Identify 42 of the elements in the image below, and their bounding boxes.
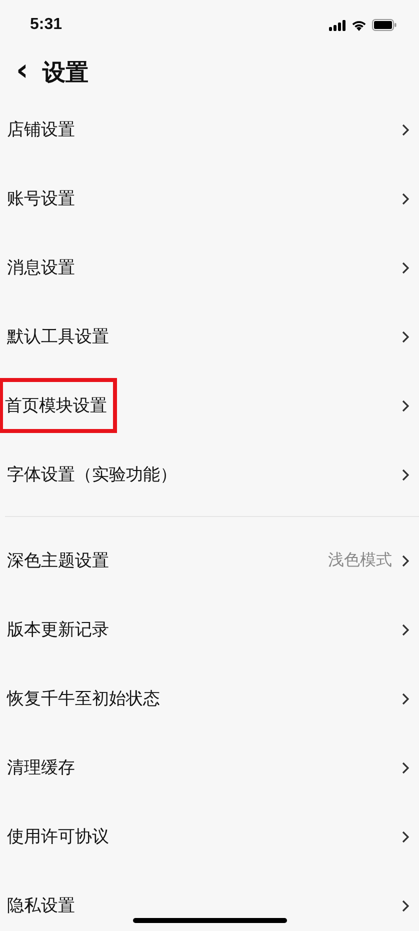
settings-row[interactable]: 恢复千牛至初始状态	[0, 664, 419, 733]
chevron-right-icon	[402, 262, 409, 274]
row-label: 清理缓存	[6, 757, 76, 780]
row-value: 浅色模式	[328, 550, 392, 571]
settings-row[interactable]: 隐私设置	[0, 871, 419, 931]
signal-icon	[329, 20, 346, 30]
chevron-right-icon	[402, 554, 409, 566]
settings-row[interactable]: 深色主题设置 浅色模式	[0, 526, 419, 595]
chevron-right-icon	[402, 692, 409, 704]
chevron-right-icon	[402, 192, 409, 204]
chevron-right-icon	[402, 468, 409, 480]
settings-row[interactable]: 店铺设置	[0, 95, 419, 164]
chevron-right-icon	[402, 124, 409, 136]
row-label: 账号设置	[6, 188, 76, 211]
chevron-right-icon	[402, 830, 409, 842]
settings-row[interactable]: 首页模块设置	[0, 371, 419, 440]
wifi-icon	[351, 19, 367, 31]
chevron-right-icon	[402, 400, 409, 412]
settings-row[interactable]: 账号设置	[0, 164, 419, 233]
row-label: 字体设置（实验功能）	[6, 464, 178, 487]
settings-row[interactable]: 消息设置	[0, 233, 419, 302]
settings-row[interactable]: 字体设置（实验功能）	[0, 440, 419, 509]
settings-row[interactable]: 版本更新记录	[0, 595, 419, 664]
settings-row[interactable]: 默认工具设置	[0, 302, 419, 371]
chevron-right-icon	[402, 624, 409, 636]
chevron-right-icon	[402, 900, 409, 912]
row-label: 店铺设置	[6, 119, 76, 142]
row-label: 版本更新记录	[6, 619, 110, 642]
back-button[interactable]: ‹	[12, 56, 32, 90]
row-label: 默认工具设置	[6, 326, 110, 349]
battery-icon	[372, 19, 397, 31]
status-time: 5:31	[30, 16, 62, 34]
row-label: 恢复千牛至初始状态	[6, 688, 161, 711]
row-label: 消息设置	[6, 257, 76, 280]
chevron-right-icon	[402, 762, 409, 774]
row-label: 使用许可协议	[6, 826, 110, 849]
settings-row[interactable]: 清理缓存	[0, 733, 419, 802]
settings-row[interactable]: 使用许可协议	[0, 802, 419, 871]
page-title: 设置	[42, 59, 88, 88]
row-label: 深色主题设置	[6, 550, 110, 573]
row-label: 隐私设置	[6, 895, 76, 918]
chevron-right-icon	[402, 330, 409, 342]
